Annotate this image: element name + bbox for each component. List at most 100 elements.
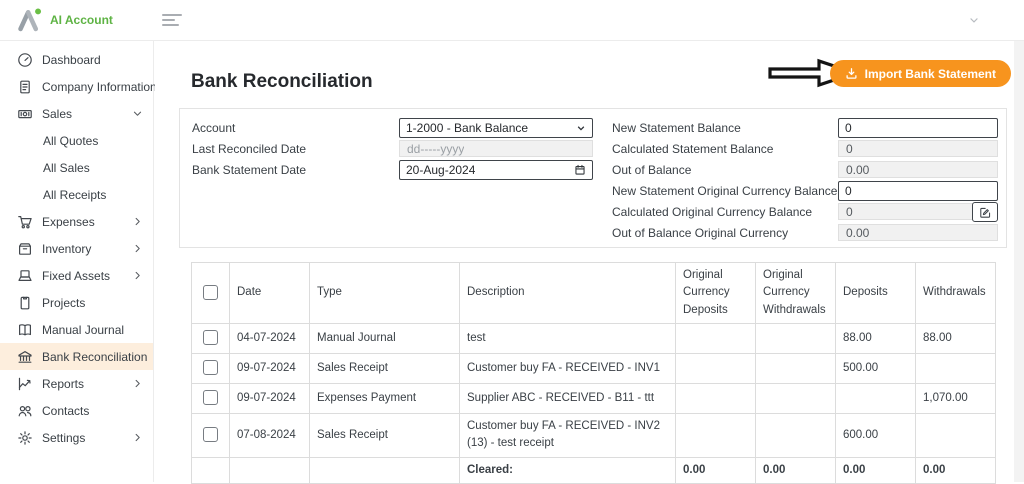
table-cell: Customer buy FA - RECEIVED - INV2 (13) -… bbox=[459, 413, 676, 458]
table-cell bbox=[915, 353, 996, 384]
page-right-gutter bbox=[1014, 41, 1024, 482]
table-cell: Sales Receipt bbox=[309, 413, 460, 458]
sidebar-item-sales[interactable]: Sales bbox=[0, 100, 153, 127]
table-cell: 500.00 bbox=[835, 353, 916, 384]
field-label: Calculated Statement Balance bbox=[612, 141, 774, 156]
sidebar-item-label: Settings bbox=[42, 430, 86, 445]
table-cell: 88.00 bbox=[915, 323, 996, 354]
bank-statement-date-field[interactable]: 20-Aug-2024 bbox=[399, 159, 593, 180]
inventory-icon bbox=[17, 241, 33, 257]
select-chevron-down-icon bbox=[576, 123, 586, 133]
new-statement-balance-field[interactable]: 0 bbox=[838, 117, 998, 138]
table-footer-cell bbox=[309, 456, 460, 484]
table-cell bbox=[755, 353, 836, 384]
sidebar-item-all-quotes[interactable]: All Quotes bbox=[0, 127, 153, 154]
table-cell: 04-07-2024 bbox=[229, 323, 310, 354]
table-cell bbox=[675, 383, 756, 414]
form-row-out-of-balance-original-currency: Out of Balance Original Currency 0.00 bbox=[612, 223, 998, 242]
reconciliation-form: Account 1-2000 - Bank Balance Last Reconci… bbox=[179, 108, 1007, 248]
field-value: 0 bbox=[846, 141, 853, 156]
column-header-date: Date bbox=[229, 262, 310, 324]
chevron-down-icon bbox=[132, 108, 143, 119]
column-header-original-currency-deposits: Original Currency Deposits bbox=[675, 262, 756, 324]
table-cell bbox=[755, 323, 836, 354]
bank-icon bbox=[17, 349, 33, 365]
table-cell: test bbox=[459, 323, 676, 354]
brand-logo-icon bbox=[18, 8, 42, 32]
sidebar-item-all-sales[interactable]: All Sales bbox=[0, 154, 153, 181]
chevron-right-icon bbox=[132, 243, 143, 254]
sidebar-item-label: Dashboard bbox=[42, 52, 101, 67]
contacts-icon bbox=[17, 403, 33, 419]
form-row-new-statement-original-currency-balance: New Statement Original Currency Balance 0 bbox=[612, 180, 998, 201]
sidebar-item-dashboard[interactable]: Dashboard bbox=[0, 46, 153, 73]
row-checkbox[interactable] bbox=[203, 360, 218, 376]
table-cell: Sales Receipt bbox=[309, 353, 460, 384]
sidebar-item-label: All Receipts bbox=[43, 187, 107, 202]
out-of-balance-original-currency-field: 0.00 bbox=[838, 224, 998, 241]
calculated-statement-balance-field: 0 bbox=[838, 140, 998, 157]
transactions-table: Date Type Description Original Currency Dep… bbox=[191, 262, 996, 484]
sidebar-item-label: Projects bbox=[42, 295, 86, 310]
field-label: Out of Balance Original Currency bbox=[612, 225, 789, 240]
field-value: 20-Aug-2024 bbox=[406, 162, 476, 177]
app-logo[interactable]: AI Account bbox=[0, 7, 148, 33]
chevron-right-icon bbox=[132, 432, 143, 443]
form-row-account: Account 1-2000 - Bank Balance bbox=[192, 117, 594, 138]
top-bar: AI Account bbox=[0, 0, 1024, 41]
table-row: 04-07-2024 Manual Journal test 88.00 88.00 bbox=[191, 323, 996, 354]
sidebar-item-expenses[interactable]: Expenses bbox=[0, 208, 153, 235]
sidebar-item-manual-journal[interactable]: Manual Journal bbox=[0, 316, 153, 343]
column-header-withdrawals: Withdrawals bbox=[915, 262, 996, 324]
sidebar-item-contacts[interactable]: Contacts bbox=[0, 397, 153, 424]
dashboard-icon bbox=[17, 52, 33, 68]
field-label: Out of Balance bbox=[612, 162, 692, 177]
row-checkbox[interactable] bbox=[203, 390, 218, 406]
column-header-deposits: Deposits bbox=[835, 262, 916, 324]
form-row-out-of-balance: Out of Balance 0.00 bbox=[612, 160, 998, 179]
fixed-assets-icon bbox=[17, 268, 33, 284]
sidebar-item-label: Company Information bbox=[42, 79, 157, 94]
form-row-last-reconciled-date: Last Reconciled Date dd-----yyyy bbox=[192, 139, 594, 158]
table-footer-cell: Cleared: bbox=[459, 456, 676, 484]
field-value: dd-----yyyy bbox=[407, 141, 465, 156]
table-cell: Expenses Payment bbox=[309, 383, 460, 414]
table-cell: 600.00 bbox=[835, 413, 916, 458]
sidebar-item-reports[interactable]: Reports bbox=[0, 370, 153, 397]
sidebar-item-bank-reconciliation[interactable]: Bank Reconciliation bbox=[0, 343, 153, 370]
table-cell: Customer buy FA - RECEIVED - INV1 bbox=[459, 353, 676, 384]
transactions-table-wrap: Date Type Description Original Currency Dep… bbox=[191, 262, 996, 484]
table-footer-cell: 0.00 bbox=[755, 456, 836, 484]
sidebar-item-fixed-assets[interactable]: Fixed Assets bbox=[0, 262, 153, 289]
row-checkbox[interactable] bbox=[203, 330, 218, 346]
sidebar-item-projects[interactable]: Projects bbox=[0, 289, 153, 316]
sidebar-item-all-receipts[interactable]: All Receipts bbox=[0, 181, 153, 208]
sidebar-item-inventory[interactable]: Inventory bbox=[0, 235, 153, 262]
sidebar-item-settings[interactable]: Settings bbox=[0, 424, 153, 451]
table-footer-row: Cleared: 0.00 0.00 0.00 0.00 bbox=[191, 456, 996, 484]
chevron-right-icon bbox=[132, 378, 143, 389]
new-statement-original-currency-balance-field[interactable]: 0 bbox=[838, 180, 998, 201]
settings-icon bbox=[17, 430, 33, 446]
profile-chevron-down-icon[interactable] bbox=[968, 14, 980, 26]
field-label: Last Reconciled Date bbox=[192, 141, 307, 156]
select-all-checkbox[interactable] bbox=[203, 284, 218, 300]
calculated-original-currency-balance-field: 0 bbox=[838, 202, 998, 222]
row-checkbox[interactable] bbox=[203, 427, 218, 443]
table-footer-cell: 0.00 bbox=[835, 456, 916, 484]
table-cell bbox=[675, 323, 756, 354]
form-row-bank-statement-date: Bank Statement Date 20-Aug-2024 bbox=[192, 159, 594, 180]
sidebar-item-label: Sales bbox=[42, 106, 73, 121]
field-label: New Statement Original Currency Balance bbox=[612, 183, 838, 198]
table-row: 07-08-2024 Sales Receipt Customer buy FA -… bbox=[191, 413, 996, 458]
calendar-icon[interactable] bbox=[574, 164, 586, 176]
import-bank-statement-button[interactable]: Import Bank Statement bbox=[829, 60, 1011, 87]
field-label: Calculated Original Currency Balance bbox=[612, 204, 813, 219]
field-label: Account bbox=[192, 120, 236, 135]
edit-currency-balance-button[interactable] bbox=[972, 202, 998, 222]
table-cell bbox=[755, 383, 836, 414]
table-cell bbox=[675, 413, 756, 458]
sidebar-item-company-information[interactable]: Company Information bbox=[0, 73, 157, 100]
account-select[interactable]: 1-2000 - Bank Balance bbox=[399, 117, 593, 138]
menu-toggle-icon[interactable] bbox=[158, 10, 186, 30]
